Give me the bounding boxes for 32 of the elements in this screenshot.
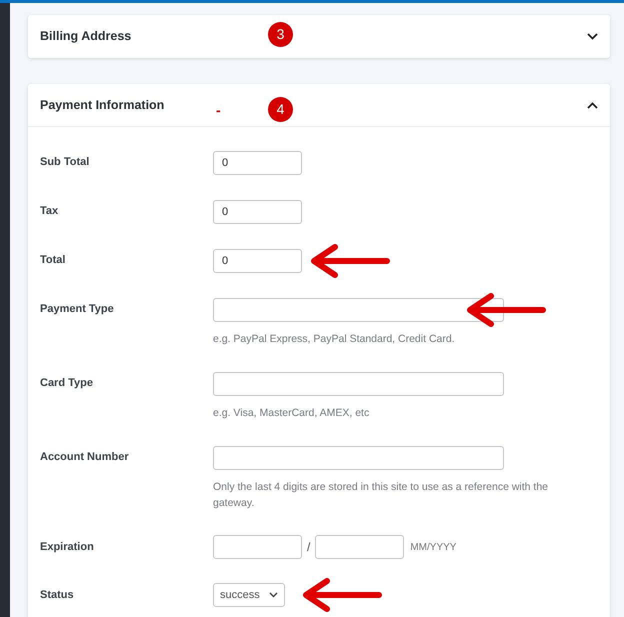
format-hint: MM/YYYY bbox=[410, 540, 456, 554]
number-field[interactable]: 0 bbox=[213, 200, 302, 224]
section-header[interactable]: Billing Address 3 bbox=[28, 15, 610, 58]
separator: / bbox=[307, 539, 310, 556]
number-field[interactable]: 0 bbox=[213, 151, 302, 175]
step-badge: 4 bbox=[268, 97, 293, 122]
field-label: Payment Type bbox=[40, 302, 115, 317]
field-label: Card Type bbox=[40, 376, 94, 391]
field-label: Status bbox=[40, 588, 75, 603]
text-field[interactable] bbox=[213, 298, 504, 322]
step-badge: 3 bbox=[268, 22, 293, 47]
year-field[interactable] bbox=[315, 535, 404, 559]
field-label: Tax bbox=[40, 204, 60, 219]
field-hint: Only the last 4 digits are stored in this site to use as a reference with the gateway. bbox=[213, 480, 550, 511]
chevron-up-icon[interactable] bbox=[587, 102, 598, 108]
field-hint: e.g. Visa, MasterCard, AMEX, etc bbox=[213, 406, 370, 421]
field-label: Account Number bbox=[40, 450, 130, 465]
field-label: Expiration bbox=[40, 540, 95, 555]
field-label: Total bbox=[40, 252, 66, 268]
text-field[interactable] bbox=[213, 372, 504, 396]
field-hint: e.g. PayPal Express, PayPal Standard, Credit Card. bbox=[213, 332, 456, 347]
number-field[interactable]: 0 bbox=[213, 249, 302, 273]
text-field[interactable] bbox=[213, 446, 504, 470]
status-select[interactable]: success bbox=[213, 583, 285, 607]
section-title: Billing Address bbox=[40, 28, 132, 46]
month-field[interactable] bbox=[213, 535, 302, 559]
annotation-mark: - bbox=[216, 103, 221, 117]
field-label: Sub Total bbox=[40, 154, 90, 170]
section-title: Payment Information bbox=[40, 96, 164, 114]
section-header[interactable]: Payment Information - 4 bbox=[28, 84, 610, 127]
chevron-down-icon bbox=[269, 592, 278, 598]
chevron-down-icon[interactable] bbox=[587, 33, 598, 40]
